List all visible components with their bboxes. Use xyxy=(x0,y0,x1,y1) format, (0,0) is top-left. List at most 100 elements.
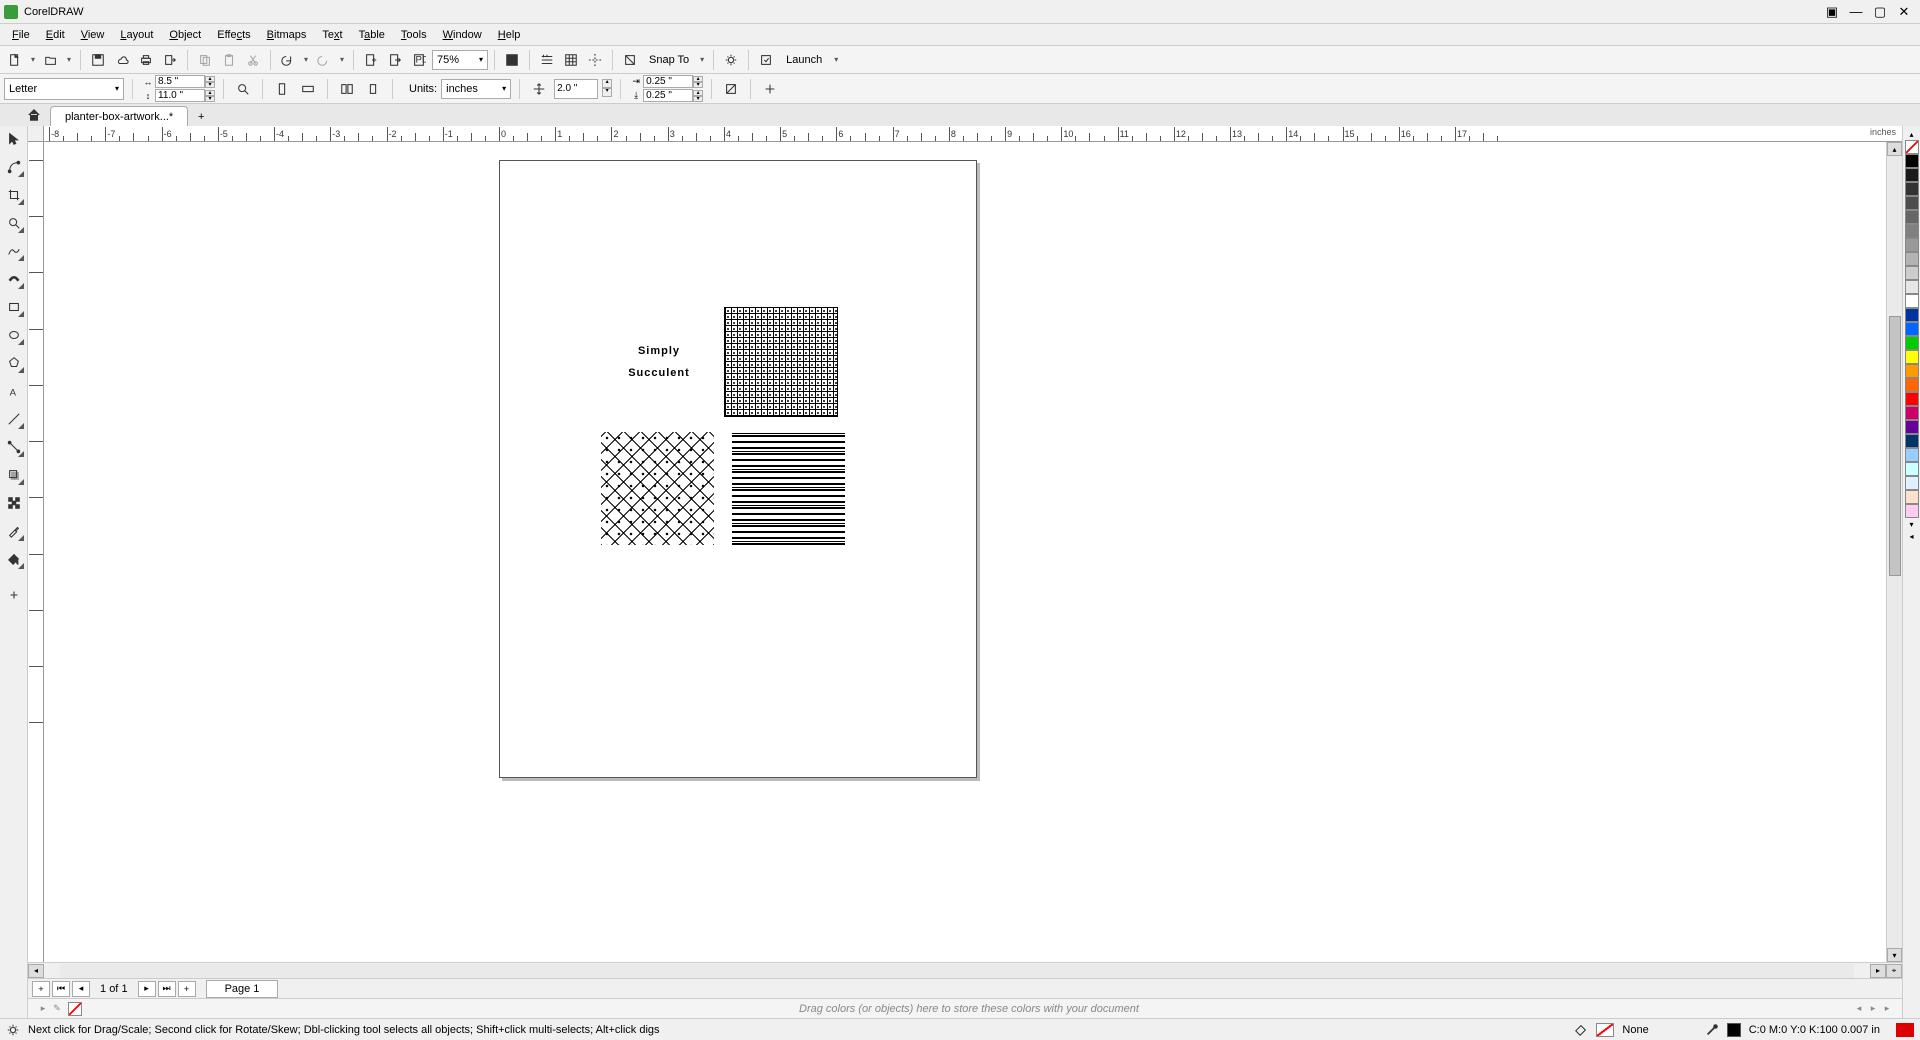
palette-swatch[interactable] xyxy=(1905,322,1919,336)
vertical-scrollbar[interactable]: ▴ ▾ xyxy=(1886,142,1902,962)
artwork-pattern-diamond[interactable] xyxy=(601,432,714,545)
artwork-pattern-grid[interactable] xyxy=(724,307,838,417)
crop-tool[interactable] xyxy=(3,184,25,206)
treat-as-filled-button[interactable] xyxy=(720,78,742,100)
options-button[interactable] xyxy=(720,49,742,71)
redo-button[interactable] xyxy=(313,49,335,71)
doc-palette-expand[interactable]: ▸ xyxy=(1880,1002,1894,1016)
zoom-level-select[interactable]: 75%▾ xyxy=(432,50,488,70)
add-preset-button[interactable] xyxy=(759,78,781,100)
pick-tool[interactable] xyxy=(3,128,25,150)
paste-button[interactable] xyxy=(218,49,240,71)
artistic-media-tool[interactable] xyxy=(3,268,25,290)
nudge-spinner[interactable]: ▴▾ xyxy=(602,79,612,99)
doc-palette-eyedropper-icon[interactable]: ✎ xyxy=(50,1002,64,1016)
polygon-tool[interactable] xyxy=(3,352,25,374)
rectangle-tool[interactable] xyxy=(3,296,25,318)
last-page-button[interactable]: ⏭ xyxy=(158,981,176,997)
outline-indicator-icon[interactable] xyxy=(1705,1023,1719,1037)
menu-layout[interactable]: Layout xyxy=(112,27,161,43)
menu-help[interactable]: Help xyxy=(490,27,529,43)
current-page-button[interactable] xyxy=(362,78,384,100)
status-options-icon[interactable] xyxy=(6,1023,20,1037)
redo-dropdown[interactable]: ▾ xyxy=(337,49,347,71)
menu-text[interactable]: Text xyxy=(314,27,350,43)
save-button[interactable] xyxy=(87,49,109,71)
eyedropper-tool[interactable] xyxy=(3,520,25,542)
palette-down-button[interactable]: ▾ xyxy=(1905,518,1919,530)
palette-swatch[interactable] xyxy=(1905,364,1919,378)
snap-to-button[interactable]: Snap To xyxy=(643,50,695,70)
palette-swatch[interactable] xyxy=(1905,476,1919,490)
units-select[interactable]: inches▾ xyxy=(441,79,511,99)
all-pages-button[interactable] xyxy=(336,78,358,100)
home-tab[interactable] xyxy=(24,105,44,125)
page-width-input[interactable] xyxy=(155,75,205,88)
minimize-button[interactable]: — xyxy=(1845,3,1867,21)
prev-page-button[interactable]: ◂ xyxy=(72,981,90,997)
palette-swatch[interactable] xyxy=(1905,224,1919,238)
horizontal-ruler[interactable]: inches -8-7-6-5-4-3-2-101234567891011121… xyxy=(44,126,1902,142)
canvas[interactable]: Simply Succulent xyxy=(44,142,1886,962)
open-dropdown[interactable]: ▾ xyxy=(64,49,74,71)
connector-tool[interactable] xyxy=(3,436,25,458)
palette-swatch[interactable] xyxy=(1905,252,1919,266)
navigator-button[interactable]: ⌖ xyxy=(1886,964,1902,978)
palette-swatch[interactable] xyxy=(1905,490,1919,504)
menu-window[interactable]: Window xyxy=(435,27,490,43)
new-button[interactable] xyxy=(4,49,26,71)
shape-tool[interactable] xyxy=(3,156,25,178)
document-palette[interactable]: ▸ ✎ Drag colors (or objects) here to sto… xyxy=(28,998,1902,1018)
menu-tools[interactable]: Tools xyxy=(393,27,435,43)
close-button[interactable]: ✕ xyxy=(1893,3,1915,21)
publish-pdf-button[interactable]: PDF xyxy=(408,49,430,71)
new-dropdown[interactable]: ▾ xyxy=(28,49,38,71)
autofit-button[interactable] xyxy=(232,78,254,100)
palette-swatch[interactable] xyxy=(1905,196,1919,210)
document-tab[interactable]: planter-box-artwork...* xyxy=(50,106,188,126)
fullscreen-button[interactable] xyxy=(501,49,523,71)
snap-off-button[interactable] xyxy=(619,49,641,71)
palette-swatch[interactable] xyxy=(1905,238,1919,252)
palette-swatch[interactable] xyxy=(1905,434,1919,448)
palette-swatch[interactable] xyxy=(1905,406,1919,420)
palette-swatch[interactable] xyxy=(1905,336,1919,350)
palette-swatch[interactable] xyxy=(1905,448,1919,462)
import-button[interactable] xyxy=(360,49,382,71)
quick-customize-button[interactable] xyxy=(3,584,25,606)
print-button[interactable] xyxy=(135,49,157,71)
dup-x-spinner[interactable]: ▴▾ xyxy=(693,76,703,88)
palette-swatch[interactable] xyxy=(1905,168,1919,182)
open-button[interactable] xyxy=(40,49,62,71)
new-tab-button[interactable]: + xyxy=(192,108,210,126)
undo-button[interactable] xyxy=(277,49,299,71)
freehand-tool[interactable] xyxy=(3,240,25,262)
undo-dropdown[interactable]: ▾ xyxy=(301,49,311,71)
add-page-after-button[interactable]: + xyxy=(178,981,196,997)
portrait-button[interactable] xyxy=(271,78,293,100)
menu-file[interactable]: File xyxy=(4,27,38,43)
menu-table[interactable]: Table xyxy=(351,27,393,43)
artwork-pattern-lines[interactable] xyxy=(732,432,845,545)
palette-swatch[interactable] xyxy=(1905,210,1919,224)
maximize-button[interactable]: ▢ xyxy=(1869,3,1891,21)
first-page-button[interactable]: ⏮ xyxy=(52,981,70,997)
horizontal-scrollbar[interactable]: ◂ ▸ ⌖ xyxy=(28,962,1902,978)
artwork-text[interactable]: Simply Succulent xyxy=(599,337,719,381)
cloud-button[interactable] xyxy=(111,49,133,71)
cut-button[interactable] xyxy=(242,49,264,71)
app-launcher-icon[interactable] xyxy=(755,49,777,71)
vertical-ruler[interactable] xyxy=(28,142,44,962)
doc-palette-left[interactable]: ◂ xyxy=(1852,1002,1866,1016)
menu-view[interactable]: View xyxy=(73,27,113,43)
palette-swatch[interactable] xyxy=(1905,266,1919,280)
ruler-origin[interactable] xyxy=(28,126,44,142)
landscape-button[interactable] xyxy=(297,78,319,100)
page-height-input[interactable] xyxy=(155,89,205,102)
palette-swatch[interactable] xyxy=(1905,308,1919,322)
palette-nocolor[interactable] xyxy=(1905,140,1919,154)
width-spinner[interactable]: ▴▾ xyxy=(205,76,215,88)
height-spinner[interactable]: ▴▾ xyxy=(205,90,215,102)
copy-button[interactable] xyxy=(194,49,216,71)
page-tab[interactable]: Page 1 xyxy=(206,980,279,998)
